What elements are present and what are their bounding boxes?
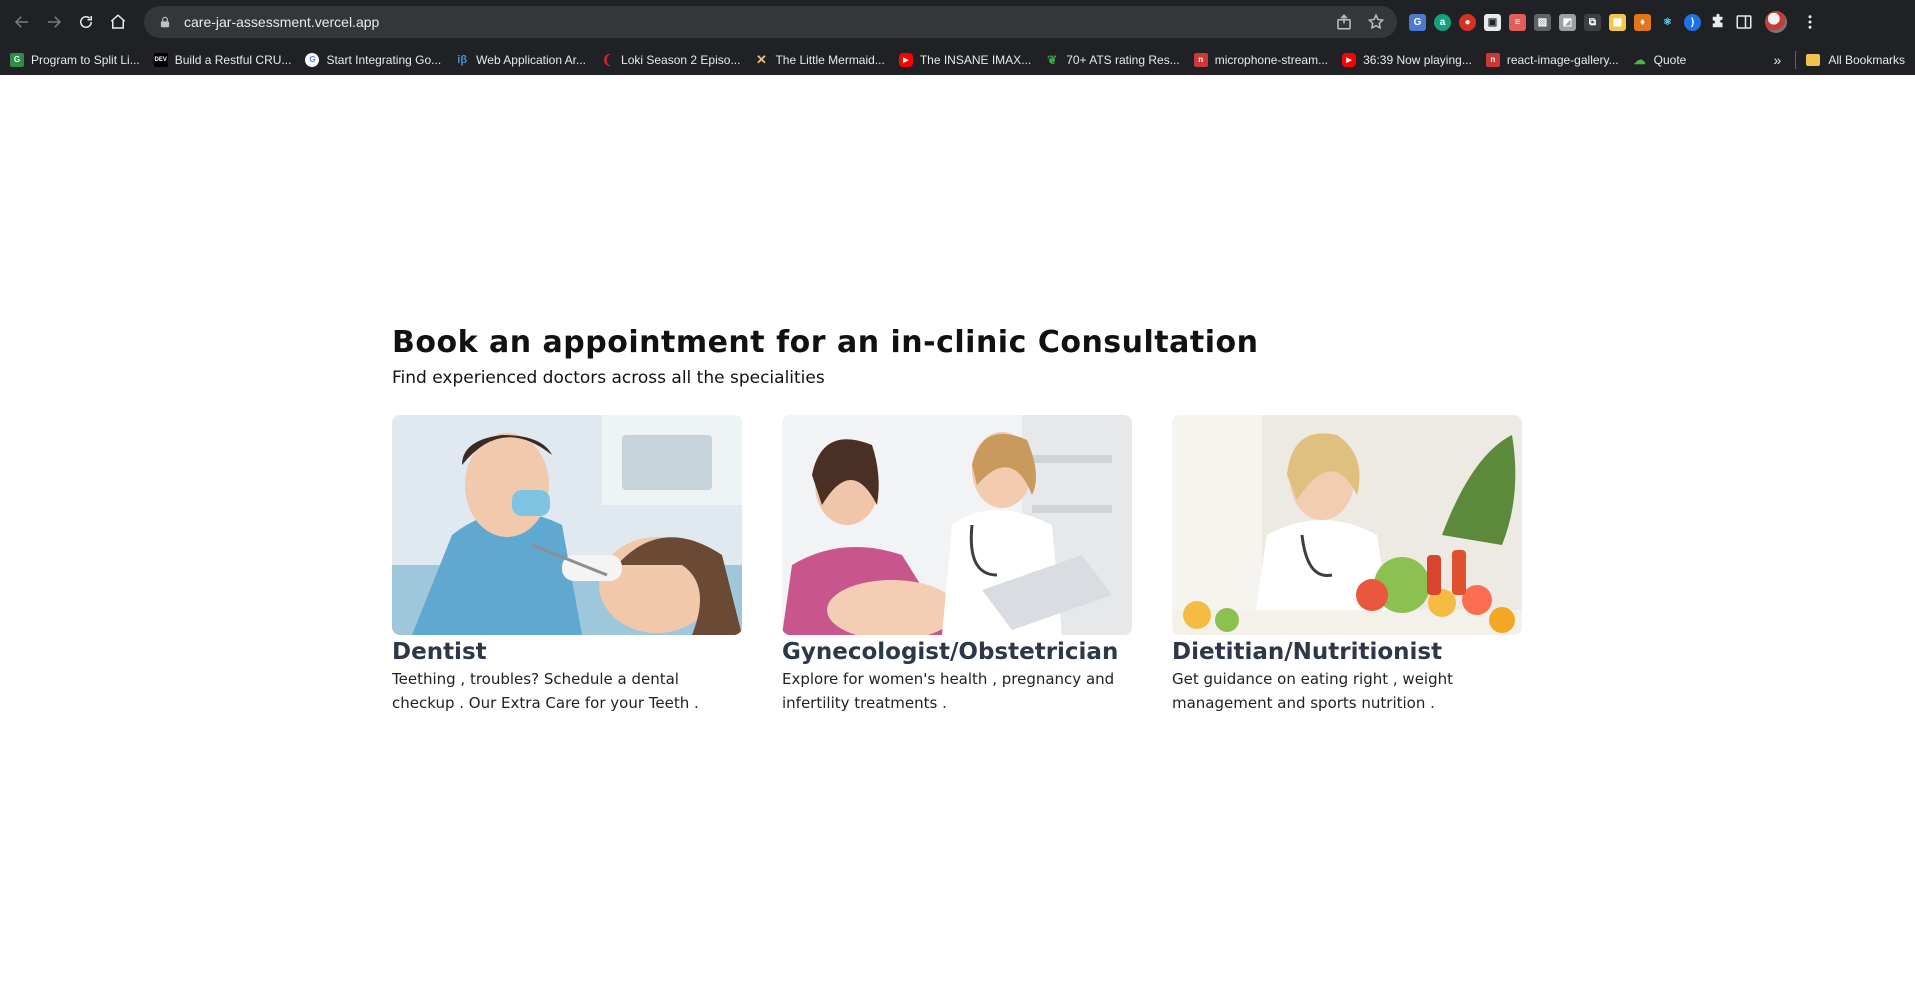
bookmark-label: Build a Restful CRU... [174, 52, 292, 67]
metamask-extension-icon[interactable]: ♦ [1634, 13, 1651, 31]
bookmark-label: microphone-stream... [1214, 52, 1329, 67]
photo-extension-icon[interactable]: ▦ [1609, 13, 1626, 31]
bookmark-label: 70+ ATS rating Res... [1066, 52, 1180, 67]
red-extension-icon[interactable]: ● [1459, 13, 1476, 31]
bookmark-item[interactable]: iβ Web Application Ar... [455, 53, 586, 67]
tab-extension-icon[interactable]: ⧉ [1584, 13, 1601, 31]
dev-icon: DEV [153, 52, 168, 67]
bookmark-label: Loki Season 2 Episo... [621, 52, 741, 67]
card-title: Dietitian/Nutritionist [1172, 639, 1443, 665]
bookmark-label: Start Integrating Go... [326, 52, 442, 67]
profile-avatar[interactable] [1765, 11, 1787, 33]
lock-icon [160, 16, 170, 28]
forward-button[interactable] [38, 6, 70, 38]
specialty-card-dietitian[interactable]: Dietitian/Nutritionist Get guidance on e… [1172, 415, 1522, 715]
window-extension-icon[interactable]: ▣ [1484, 13, 1501, 31]
react-devtools-icon[interactable]: ⚛ [1659, 13, 1676, 31]
a-extension-icon[interactable]: a [1434, 13, 1451, 31]
arrow-right-icon [48, 16, 62, 28]
bookmark-label: The Little Mermaid... [775, 52, 885, 67]
bookmark-label: Quote [1653, 52, 1687, 67]
npm-icon: n [1193, 52, 1208, 67]
extensions-row: G a ● ▣ ≡ ▨ ◩ ⧉ ▦ ♦ ⚛ ) [1409, 11, 1819, 33]
bookmarks-bar: G Program to Split Li... DEV Build a Restf… [0, 44, 1915, 75]
card-description: Get guidance on eating right , weight ma… [1172, 670, 1454, 712]
translate-extension-icon[interactable]: G [1409, 13, 1426, 31]
specialty-card-dentist[interactable]: Dentist Teething , troubles? Schedule a … [392, 415, 742, 715]
gfg-icon: G [10, 52, 24, 67]
dentist-image [392, 415, 742, 635]
share-icon[interactable] [1335, 13, 1353, 31]
bookmark-item[interactable]: ❨ Loki Season 2 Episo... [600, 51, 741, 67]
folder-icon [1806, 53, 1821, 66]
reload-icon [80, 16, 92, 28]
puzzle-icon[interactable] [1709, 13, 1727, 31]
bookmark-label: Web Application Ar... [476, 52, 587, 67]
stack-extension-icon[interactable]: ≡ [1509, 13, 1526, 31]
bookmark-label: Program to Split Li... [31, 52, 140, 67]
bookmark-item[interactable]: DEV Build a Restful CRU... [153, 52, 292, 67]
audio-extension-icon[interactable]: ) [1684, 13, 1701, 31]
bookmark-item[interactable]: n react-image-gallery... [1485, 52, 1619, 67]
beta-icon: iβ [457, 53, 468, 66]
bookmark-label: 36:39 Now playing... [1363, 52, 1472, 67]
bookmark-item[interactable]: ✕ The Little Mermaid... [754, 51, 885, 67]
card-description: Teething , troubles? Schedule a dental c… [392, 670, 699, 712]
bookmark-label: react-image-gallery... [1506, 52, 1619, 67]
bookmark-item[interactable]: ▶ 36:39 Now playing... [1342, 52, 1472, 67]
card-title: Gynecologist/Obstetrician [782, 639, 1119, 665]
all-bookmarks-label: All Bookmarks [1828, 52, 1905, 67]
x-star-icon: ✕ [756, 51, 767, 67]
bookmark-label: The INSANE IMAX... [919, 52, 1032, 67]
bookmark-item[interactable]: ▶ The INSANE IMAX... [898, 52, 1032, 67]
card-title: Dentist [392, 639, 487, 665]
gynecologist-image [782, 415, 1132, 635]
url-text[interactable]: care-jar-assessment.vercel.app [184, 14, 1321, 30]
home-button[interactable] [102, 6, 134, 38]
side-panel-icon[interactable] [1735, 13, 1753, 31]
google-icon: G [305, 52, 320, 67]
npm-icon: n [1485, 52, 1500, 67]
address-bar[interactable]: care-jar-assessment.vercel.app [144, 6, 1397, 38]
star-icon[interactable] [1367, 13, 1385, 31]
main-content: Book an appointment for an in-clinic Con… [392, 325, 1522, 715]
bookmark-item[interactable]: G Start Integrating Go... [305, 52, 442, 67]
bookmarks-divider [1795, 50, 1797, 69]
bookmark-item[interactable]: ❦ 70+ ATS rating Res... [1045, 53, 1180, 67]
reload-button[interactable] [70, 6, 102, 38]
page-title: Book an appointment for an in-clinic Con… [392, 325, 1259, 360]
page-body: Book an appointment for an in-clinic Con… [0, 75, 1915, 997]
cloud-icon: ☁ [1633, 52, 1646, 67]
specialty-card-gynecologist[interactable]: Gynecologist/Obstetrician Explore for wo… [782, 415, 1132, 715]
youtube-icon: ▶ [898, 52, 913, 67]
bookmark-item[interactable]: G Program to Split Li... [10, 52, 140, 67]
page-subtitle: Find experienced doctors across all the … [392, 368, 825, 388]
card-description: Explore for women's health , pregnancy a… [782, 670, 1115, 712]
home-icon [110, 14, 126, 29]
browser-chrome: care-jar-assessment.vercel.app G a ● ▣ ≡… [0, 0, 1915, 75]
specialty-cards: Dentist Teething , troubles? Schedule a … [392, 415, 1522, 715]
all-bookmarks-button[interactable]: All Bookmarks [1806, 53, 1905, 67]
leaf-icon: ❦ [1047, 52, 1058, 67]
back-button[interactable] [6, 6, 38, 38]
youtube-icon: ▶ [1342, 52, 1357, 67]
arrow-left-icon [14, 16, 28, 28]
bookmark-item[interactable]: n microphone-stream... [1193, 52, 1329, 67]
dietitian-image [1172, 415, 1522, 635]
bookmark-item[interactable]: ☁ Quote [1633, 53, 1687, 67]
more-menu-icon[interactable] [1801, 13, 1819, 31]
browser-toolbar: care-jar-assessment.vercel.app G a ● ▣ ≡… [0, 0, 1915, 44]
loki-icon: ❨ [601, 51, 613, 67]
image-extension-icon[interactable]: ▨ [1534, 13, 1551, 31]
bookmarks-overflow-button[interactable]: » [1774, 52, 1782, 68]
gray-extension-icon[interactable]: ◩ [1559, 13, 1576, 31]
